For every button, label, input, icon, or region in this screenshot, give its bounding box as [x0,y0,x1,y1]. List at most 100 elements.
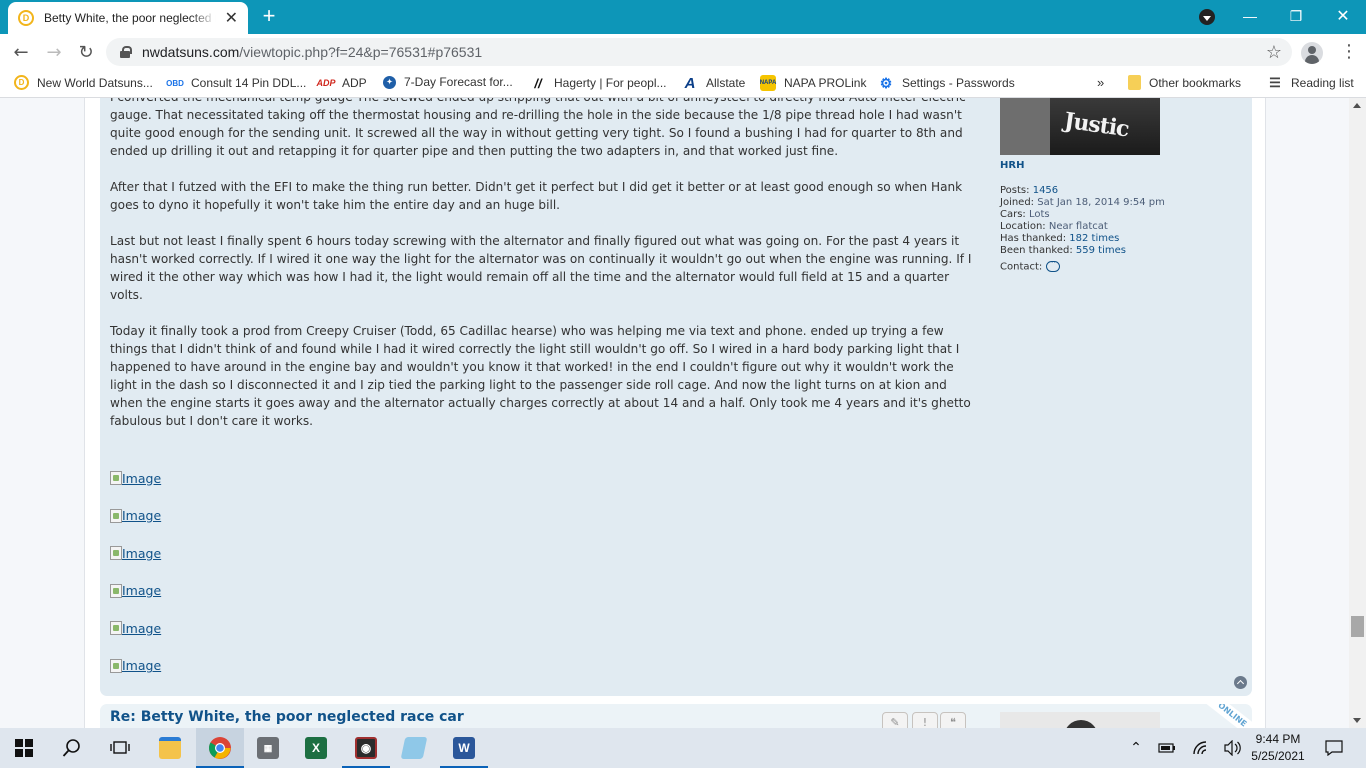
profile-location-row: Location: Near flatcat [1000,221,1240,233]
page-viewport: I converted the mechanical temp gauge Th… [0,98,1349,728]
bookmark-star-icon[interactable]: ☆ [1266,42,1282,63]
noaa-icon: ✦ [383,75,396,89]
word-button[interactable]: W [440,728,488,768]
chrome-button[interactable] [196,728,244,768]
search-icon [62,739,80,757]
calculator-button[interactable]: ▦ [244,728,292,768]
eye-app-button[interactable]: ◉ [342,728,390,768]
reading-list-label: Reading list [1291,76,1354,90]
quote-post-button[interactable]: ❝ [940,712,966,728]
other-bookmarks-label: Other bookmarks [1149,75,1242,90]
post-image-link[interactable]: Image [110,506,161,526]
reading-list-icon: ☰ [1269,75,1281,90]
bookmark-forecast[interactable]: ✦ 7-Day Forecast for... [383,75,513,89]
post-paragraph: Last but not least I finally spent 6 hou… [110,234,972,302]
allstate-icon: A [684,74,696,92]
tab-search-icon[interactable] [1199,9,1215,25]
report-post-button[interactable]: ! [912,712,938,728]
bookmark-label: Hagerty | For peopl... [554,76,667,90]
back-button[interactable]: ← [9,40,33,64]
scroll-up-arrow-icon[interactable] [1353,103,1361,108]
reading-list-button[interactable]: ☰ Reading list [1267,75,1354,91]
forum-wrapper: I converted the mechanical temp gauge Th… [84,98,1266,728]
minimize-button[interactable]: — [1227,0,1273,32]
menu-kebab-icon[interactable]: ⋮ [1340,41,1358,62]
search-button[interactable] [48,728,96,768]
volume-icon[interactable] [1222,728,1244,768]
been-thanked-count-link[interactable]: 559 times [1076,245,1126,256]
file-explorer-button[interactable] [146,728,194,768]
profile-joined-row: Joined: Sat Jan 18, 2014 9:54 pm [1000,197,1240,209]
post-image-link[interactable]: Image [110,468,161,488]
bookmark-label: Settings - Passwords [902,76,1015,90]
user-avatar[interactable] [1000,712,1160,728]
notification-glyph [1325,740,1343,756]
bookmark-new-world-datsuns[interactable]: D New World Datsuns... [14,75,153,90]
post-author-profile: Justic HRH Posts: 1456 Joined: Sat Jan 1… [1000,98,1240,274]
post-image-list: Image Image Image Image Image Image [110,468,161,694]
joined-label: Joined: [1000,197,1035,208]
post-image-link[interactable]: Image [110,581,161,601]
wifi-icon[interactable] [1190,728,1212,768]
url-text: nwdatsuns.com/viewtopic.php?f=24&p=76531… [142,44,482,60]
bookmark-adp[interactable]: ADP ADP [317,75,367,91]
system-clock[interactable]: 9:44 PM 5/25/2021 [1246,731,1310,765]
excel-button[interactable]: X [292,728,340,768]
action-center-icon[interactable] [1320,728,1348,768]
post-image-link[interactable]: Image [110,656,161,676]
battery-icon[interactable] [1156,728,1178,768]
profile-details: Posts: 1456 Joined: Sat Jan 18, 2014 9:5… [1000,185,1240,274]
page-scrollbar[interactable] [1349,98,1366,728]
profile-cars-row: Cars: Lots [1000,209,1240,221]
address-bar[interactable]: nwdatsuns.com/viewtopic.php?f=24&p=76531… [106,38,1292,66]
bookmark-hagerty[interactable]: // Hagerty | For peopl... [530,75,667,91]
edit-post-button[interactable]: ✎ [882,712,908,728]
paint-button[interactable] [390,728,438,768]
new-tab-button[interactable]: + [258,5,280,28]
forward-button[interactable]: → [42,40,66,64]
post-title-link[interactable]: Re: Betty White, the poor neglected race… [110,709,464,725]
been-thanked-label: Been thanked: [1000,245,1073,256]
image-alt-text: Image [122,470,162,486]
bookmark-consult[interactable]: OBD Consult 14 Pin DDL... [166,75,306,91]
user-avatar[interactable]: Justic [1000,98,1160,155]
reload-button[interactable]: ↻ [74,40,98,64]
bookmarks-overflow-button[interactable]: » [1097,75,1104,90]
posts-count-link[interactable]: 1456 [1033,185,1058,196]
start-button[interactable] [0,728,48,768]
url-path: /viewtopic.php?f=24&p=76531#p76531 [239,44,483,60]
lock-icon[interactable] [120,46,132,58]
bookmark-label: Allstate [706,76,746,90]
bookmark-allstate[interactable]: A Allstate [682,74,746,92]
close-window-button[interactable]: ✕ [1320,0,1366,32]
profile-contact-row: Contact: [1000,257,1240,274]
back-to-top-icon[interactable] [1234,676,1247,689]
post-image-link[interactable]: Image [110,618,161,638]
obd-icon: OBD [166,78,184,88]
wifi-glyph [1193,741,1207,755]
contact-chat-icon[interactable] [1046,257,1061,272]
image-alt-text: Image [122,545,162,561]
broken-image-icon [110,658,122,673]
image-alt-text: Image [122,620,162,636]
scrollbar-thumb[interactable] [1351,616,1364,637]
post-paragraph: I converted the mechanical temp gauge Th… [110,98,966,158]
thanked-count-link[interactable]: 182 times [1069,233,1119,244]
post-content: I converted the mechanical temp gauge Th… [110,98,972,448]
bookmark-napa[interactable]: NAPA NAPA PROLink [760,75,866,91]
broken-image-icon [110,583,122,598]
napa-icon: NAPA [760,75,776,91]
browser-tab-active[interactable]: D Betty White, the poor neglected race c… [8,2,248,34]
task-view-button[interactable] [96,728,144,768]
post-image-link[interactable]: Image [110,543,161,563]
restore-button[interactable]: ❐ [1273,0,1319,32]
scroll-down-arrow-icon[interactable] [1353,718,1361,723]
username-link[interactable]: HRH [1000,160,1240,171]
file-explorer-icon [159,737,181,759]
tray-overflow-icon[interactable]: ⌃ [1126,728,1146,768]
other-bookmarks-folder[interactable]: Other bookmarks [1128,75,1241,90]
tab-close-icon[interactable]: ✕ [225,10,238,26]
post-paragraph: After that I futzed with the EFI to make… [110,180,963,212]
bookmark-settings-passwords[interactable]: ⚙ Settings - Passwords [878,75,1015,91]
profile-avatar-button[interactable] [1301,42,1323,64]
